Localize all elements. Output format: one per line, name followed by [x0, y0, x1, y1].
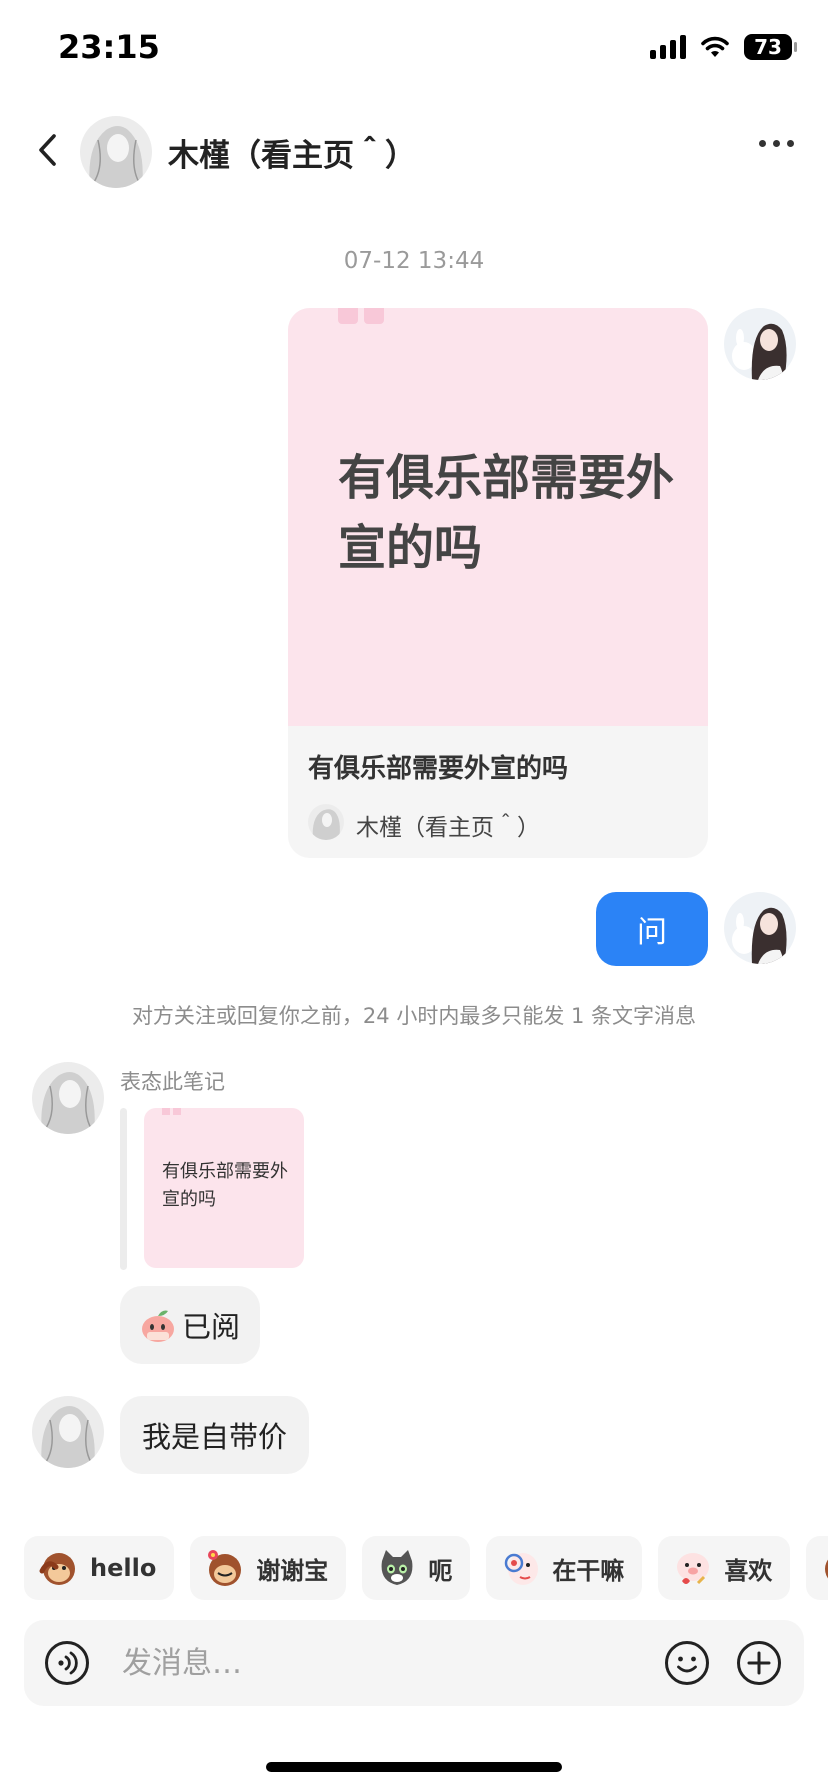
heart-pig-sticker-icon	[677, 1553, 710, 1585]
contact-avatar[interactable]	[80, 116, 152, 188]
back-arrow-icon[interactable]	[30, 130, 70, 170]
plus-icon[interactable]	[736, 1640, 782, 1686]
reaction-label: 表态此笔记	[120, 1070, 225, 1094]
quick-reply-label: 呃	[428, 1556, 453, 1585]
note-author-name: 木槿（看主页＾）	[356, 815, 540, 841]
received-message-bubble[interactable]: 已阅	[120, 1286, 261, 1364]
status-bar: 23:15 73	[0, 0, 828, 100]
received-message-bubble[interactable]: 我是自带价	[120, 1396, 310, 1474]
message-input[interactable]	[122, 1640, 572, 1686]
quick-reply-chip[interactable]: 呃	[362, 1536, 471, 1600]
quote-bar	[120, 1108, 127, 1270]
battery-level: 73	[754, 35, 782, 59]
quick-reply-chip[interactable]: 谢谢宝	[190, 1536, 347, 1600]
message-limit-notice: 对方关注或回复你之前，24 小时内最多只能发 1 条文字消息	[131, 1004, 697, 1028]
status-time: 23:15	[58, 28, 160, 66]
chat-header: 木槿（看主页＾）	[0, 108, 828, 194]
wifi-icon	[701, 36, 729, 57]
monkey-flower-emoji-icon	[208, 1550, 242, 1586]
note-title: 有俱乐部需要外宣的吗	[308, 754, 569, 784]
voice-input-icon[interactable]	[44, 1640, 90, 1686]
quick-reply-label: 在干嘛	[552, 1556, 625, 1585]
quick-reply-bar: hello 谢谢宝 呃 在干嘛 喜欢	[24, 1536, 828, 1600]
cat-emoji-icon	[381, 1550, 413, 1585]
quote-mark-icon	[338, 308, 384, 324]
quick-reply-label: 喜欢	[724, 1556, 773, 1585]
message-input-bar	[24, 1620, 804, 1706]
note-cover: 有俱乐部需要外宣的吗	[288, 308, 708, 726]
emoji-icon[interactable]	[664, 1640, 710, 1686]
my-avatar[interactable]	[724, 892, 796, 964]
contact-name[interactable]: 木槿（看主页＾）	[168, 130, 416, 175]
home-indicator[interactable]	[266, 1762, 562, 1772]
monkey-emoji-icon	[825, 1560, 828, 1578]
quick-reply-chip[interactable]: 喜欢	[658, 1536, 791, 1600]
quoted-note-card[interactable]: 有俱乐部需要外宣的吗	[144, 1108, 304, 1268]
quick-reply-chip[interactable]	[806, 1536, 828, 1600]
contact-avatar[interactable]	[32, 1396, 104, 1468]
message-timestamp: 07-12 13:44	[343, 248, 485, 274]
quick-reply-label: 谢谢宝	[256, 1556, 329, 1585]
more-options-icon[interactable]	[759, 140, 794, 147]
quote-mark-icon	[162, 1108, 181, 1115]
peach-sticker-icon	[142, 1310, 174, 1342]
battery-icon: 73	[744, 34, 797, 60]
shared-note-card[interactable]: 有俱乐部需要外宣的吗 有俱乐部需要外宣的吗 木槿（看主页＾）	[288, 308, 708, 858]
magnifier-sticker-icon	[505, 1553, 539, 1585]
contact-avatar[interactable]	[32, 1062, 104, 1134]
quick-reply-chip[interactable]: hello	[24, 1536, 175, 1600]
received-message-text: 已阅	[182, 1310, 241, 1344]
note-cover-text: 有俱乐部需要外宣的吗	[338, 450, 675, 576]
sent-message-bubble[interactable]: 问	[596, 892, 708, 966]
cellular-signal-icon	[650, 35, 686, 59]
monkey-emoji-icon	[39, 1553, 75, 1585]
my-avatar[interactable]	[724, 308, 796, 380]
note-author-avatar	[308, 804, 344, 840]
quick-reply-chip[interactable]: 在干嘛	[486, 1536, 643, 1600]
quick-reply-label: hello	[90, 1554, 157, 1582]
status-icons: 73	[650, 34, 797, 60]
quoted-note-text: 有俱乐部需要外宣的吗	[162, 1161, 288, 1210]
